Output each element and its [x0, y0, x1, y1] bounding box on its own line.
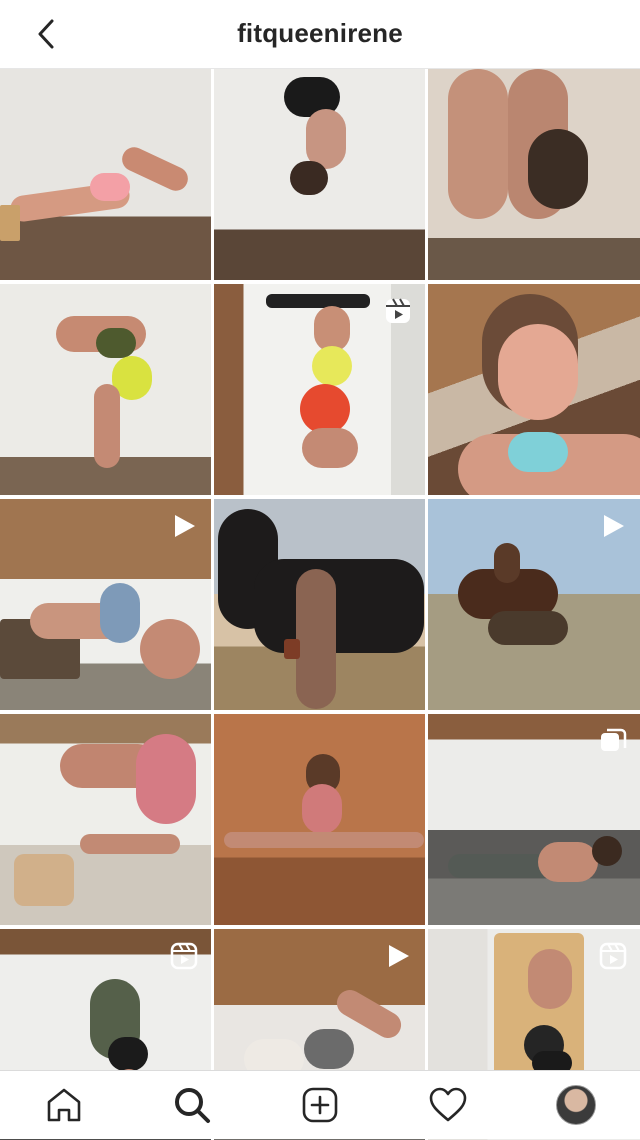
post-tile[interactable] [214, 69, 425, 280]
nav-activity[interactable] [424, 1081, 472, 1129]
nav-search[interactable] [168, 1081, 216, 1129]
carousel-icon [598, 726, 628, 756]
page-title: fitqueenirene [237, 18, 403, 48]
post-tile[interactable] [214, 284, 425, 495]
post-tile[interactable] [0, 69, 211, 280]
nav-profile[interactable] [552, 1081, 600, 1129]
play-icon [383, 941, 413, 971]
post-tile[interactable] [214, 714, 425, 925]
post-tile[interactable] [428, 69, 640, 280]
post-tile[interactable] [0, 714, 211, 925]
bottom-navigation [0, 1070, 640, 1139]
posts-grid [0, 69, 640, 1140]
home-icon [47, 1088, 81, 1122]
profile-header: fitqueenirene [0, 0, 640, 69]
play-icon [169, 511, 199, 541]
post-tile[interactable] [0, 284, 211, 495]
play-icon [598, 511, 628, 541]
post-tile[interactable] [428, 284, 640, 495]
nav-new-post[interactable] [296, 1081, 344, 1129]
nav-home[interactable] [40, 1081, 88, 1129]
search-icon [175, 1088, 210, 1123]
post-tile[interactable] [428, 714, 640, 925]
reel-icon [169, 941, 199, 971]
post-tile[interactable] [214, 499, 425, 710]
post-tile[interactable] [428, 499, 640, 710]
profile-avatar [556, 1085, 596, 1125]
reel-icon [598, 941, 628, 971]
new-post-icon [302, 1087, 338, 1123]
post-tile[interactable] [0, 499, 211, 710]
reel-icon [383, 296, 413, 326]
activity-heart-icon [429, 1087, 467, 1122]
